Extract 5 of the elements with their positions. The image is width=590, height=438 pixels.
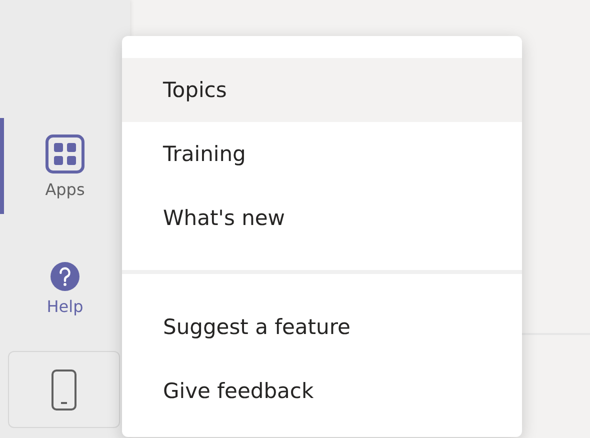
grid-icon (45, 134, 85, 174)
phone-icon (51, 368, 77, 410)
menu-item[interactable]: Topics (122, 58, 522, 122)
menu-item[interactable]: Give feedback (122, 359, 522, 423)
device-button[interactable] (8, 351, 120, 428)
